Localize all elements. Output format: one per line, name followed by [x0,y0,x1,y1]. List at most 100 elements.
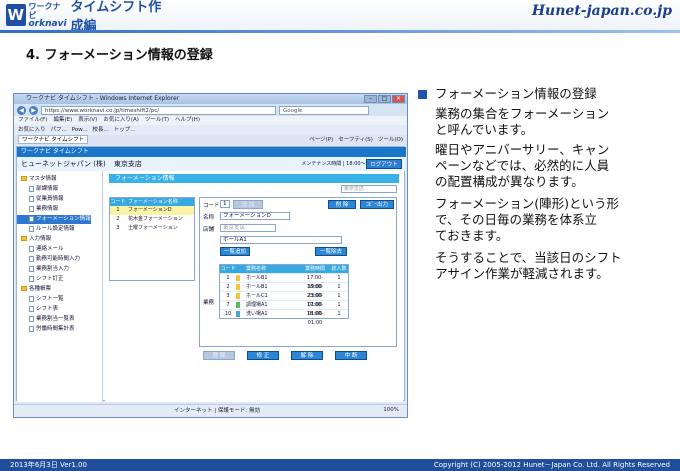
formation-detail: コード 1 追 加 削 除 ｺﾋﾟｰ出力 名称 フォーメーションD 店舗 東京支… [199,197,397,347]
document-icon [29,195,34,202]
brand-name: Hunet-japan.co.jp [531,3,672,19]
sidebar-item[interactable]: 入力情報 [17,235,51,244]
menu-item[interactable]: 編集(E) [53,116,72,125]
sidebar-item[interactable]: 従業員情報 [17,195,64,204]
sidebar-item-label: 勤務可能時間入力 [36,256,81,262]
list-row[interactable]: 2 花木金フォーメーション [110,215,194,224]
list-row[interactable]: 1 フォーメーションD [110,206,194,215]
register-button[interactable]: 登 録 [203,351,235,360]
company-name: ヒューネットジャパン (株) [21,160,106,168]
sidebar-item[interactable]: シフト一覧 [17,295,64,304]
favorite-item[interactable]: パフ... [51,125,67,135]
list-row-name: フォーメーションD [128,207,172,213]
document-icon [29,205,34,212]
sidebar-item[interactable]: 業務割当一覧表 [17,315,75,324]
menu-item[interactable]: ツール(T) [145,116,169,125]
branch-name: 東京支店 [113,160,142,168]
work-select[interactable]: ホールA1 [220,236,342,244]
list-row[interactable]: 3 土曜フォーメーション [110,224,194,233]
sidebar-item[interactable]: シフト表 [17,305,58,314]
logout-button[interactable]: ログアウト [366,159,402,169]
browser-tab[interactable]: ワークナビ タイムシフト [18,135,89,144]
grid-header-count: 総人数 [331,266,347,272]
delete-button[interactable]: 削 除 [328,200,356,209]
menu-item[interactable]: ヘルプ(H) [175,116,200,125]
favorite-item[interactable]: 校長... [93,125,109,135]
sidebar-item-label: 各種帳票 [29,286,52,292]
sidebar-item[interactable]: 各種帳票 [17,285,51,294]
favorite-item[interactable]: トップ... [114,125,136,135]
grid-row-code: 3 [226,293,230,299]
document-icon [29,315,34,322]
menu-item[interactable]: ファイル(F) [18,116,47,125]
grid-row-name: 調理場A1 [246,302,268,308]
grid-row[interactable]: 7 調理場A1 17:00-01:00 1 [220,300,348,317]
maximize-icon[interactable]: □ [378,95,391,103]
grid-row[interactable]: 1 ホールB1 17:00-19:00 1 [220,273,348,290]
forward-icon[interactable]: ▶ [29,105,38,115]
favorite-item[interactable]: お気に入り [18,125,46,135]
sidebar-item[interactable]: 労働時間集計表 [17,325,75,334]
copy-output-button[interactable]: ｺﾋﾟｰ出力 [360,200,394,209]
minimize-icon[interactable]: – [364,95,377,103]
list-header-name: フォーメーション名称 [128,199,178,205]
search-box[interactable]: Google [279,105,369,115]
product-title: タイムシフト作成編 [70,0,162,34]
sidebar-item-label: 業務割当入力 [36,266,70,272]
grid-header-time: 業務時間 [304,266,325,272]
sidebar-item[interactable]: マスタ情報 [17,175,57,184]
bulk-add-button[interactable]: 一覧追加 [220,247,250,256]
color-chip [236,292,240,299]
bulk-delete-button[interactable]: 一覧除去 [315,247,347,256]
grid-row[interactable]: 2 ホールB1 18:00-23:00 1 [220,282,348,299]
grid-row[interactable]: 10 洗い場A1 18:00-01:00 1 [220,309,348,326]
favorites-bar: お気に入り パフ... Pow... 校長... トップ... [14,125,407,135]
worknavi-logo: W ワークナビ orknavi タイムシフト作成編 [6,0,174,34]
menu-item[interactable]: お気に入り(A) [103,116,139,125]
content-title: フォーメーション情報 [109,174,399,183]
color-chip [236,301,240,308]
app-area: ワークナビ タイムシフト ヒューネットジャパン (株) 東京支店 メンテナンス時… [16,146,406,402]
grid-row-code: 2 [226,284,230,290]
command-item[interactable]: セーフティ(S) [338,135,373,145]
close-icon[interactable]: × [392,95,405,103]
back-icon[interactable]: ◀ [17,105,26,115]
menu-item[interactable]: 表示(V) [78,116,97,125]
grid-row-count: 1 [337,311,341,317]
cancel-button[interactable]: 中 断 [335,351,367,360]
sidebar-item[interactable]: 業務情報 [17,205,58,214]
body-line: フォーメーション情報の登録 [435,86,597,101]
dept-field[interactable]: 東京支店 [220,224,276,232]
grid-row[interactable]: 3 ホールC1 23:00-01:00 1 [220,291,348,308]
sidebar-item-label: 従業員情報 [36,196,64,202]
app-title-bar: ワークナビ タイムシフト [17,147,406,157]
list-row-name: 花木金フォーメーション [128,216,183,222]
branch-select[interactable]: 東京支店 [341,185,397,193]
sidebar-item[interactable]: ルール設定情報 [17,225,75,234]
sidebar-item[interactable]: 部課情報 [17,185,58,194]
sidebar-item-label: マスタ情報 [29,176,57,182]
release-button[interactable]: 解 除 [291,351,323,360]
code-field[interactable]: 1 [220,200,230,208]
favorite-item[interactable]: Pow... [72,125,88,135]
command-item[interactable]: ページ(P) [309,135,333,145]
add-button[interactable]: 追 加 [233,200,263,209]
address-bar[interactable]: https://www.worknavi.co.jp/timeshift2/pc… [41,105,276,115]
sidebar-item[interactable]: 業務割当入力 [17,265,69,274]
sidebar-item[interactable]: シフト訂正 [17,275,64,284]
sidebar-item[interactable]: 勤務可能時間入力 [17,255,80,264]
modify-button[interactable]: 修 正 [247,351,279,360]
sidebar-item-label: シフト表 [36,306,59,312]
logo-bottom-text: orknavi [28,18,67,29]
window-controls: – □ × [364,95,405,103]
command-bar: ページ(P) セーフティ(S) ツール(O) [309,135,403,145]
address-row: ◀ ▶ https://www.worknavi.co.jp/timeshift… [14,104,407,116]
sidebar-item[interactable]: フォーメーション情報 [17,215,91,224]
command-item[interactable]: ツール(O) [378,135,403,145]
sidebar-item[interactable]: 連絡メール [17,245,64,254]
list-header-code: コード [110,199,126,205]
slide-title: 4. フォーメーション情報の登録 [26,48,213,63]
list-row-code: 1 [116,207,120,213]
zoom-level[interactable]: 100% [383,407,399,413]
name-field[interactable]: フォーメーションD [220,212,290,220]
